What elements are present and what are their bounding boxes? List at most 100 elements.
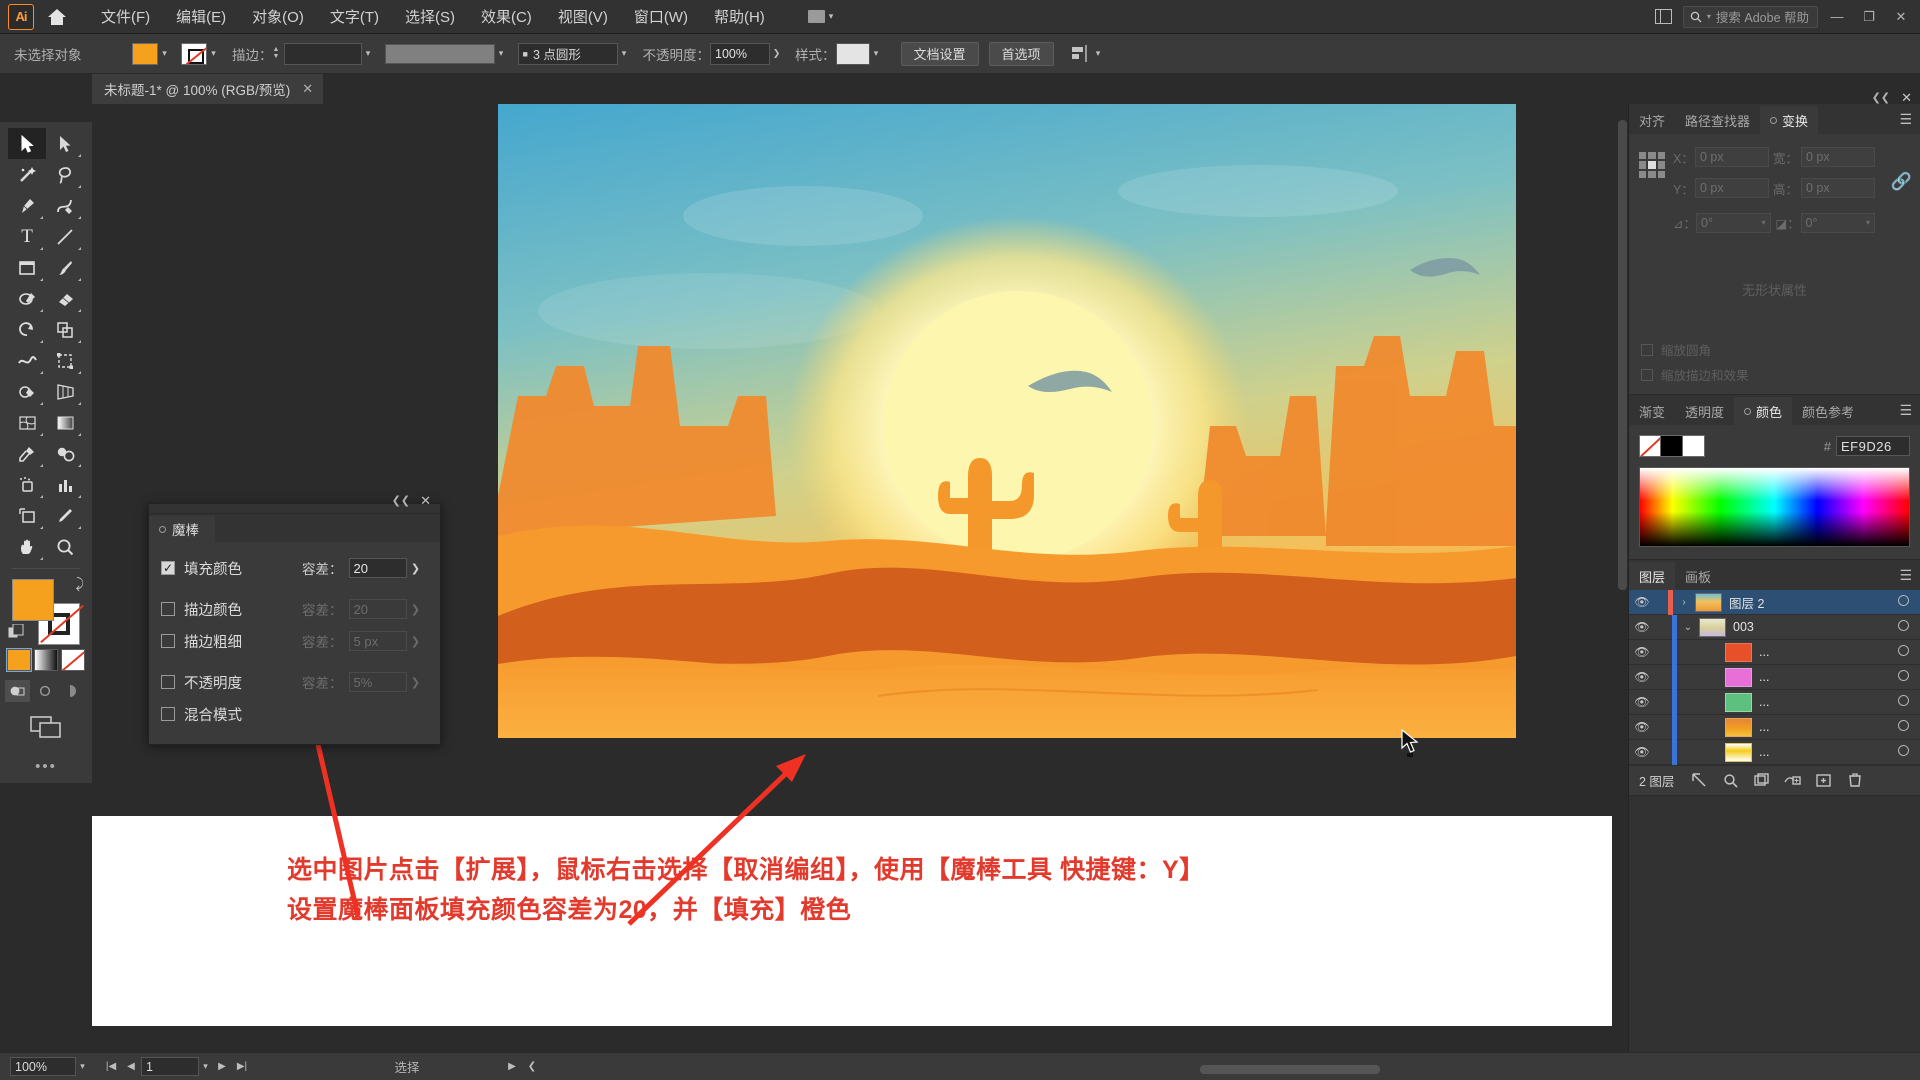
width-tool[interactable] bbox=[8, 345, 46, 376]
free-transform-tool[interactable] bbox=[46, 345, 84, 376]
constrain-proportions-icon[interactable]: 🔗 bbox=[1891, 172, 1912, 192]
blend-mode-checkbox[interactable] bbox=[161, 707, 175, 721]
new-layer-icon[interactable] bbox=[1808, 768, 1839, 794]
layer-name[interactable]: ... bbox=[1759, 745, 1886, 759]
canvas-vertical-scrollbar[interactable] bbox=[1618, 120, 1627, 590]
layer-row-path-1[interactable]: 👁 ... bbox=[1629, 639, 1920, 665]
scale-corners-checkbox[interactable] bbox=[1641, 343, 1653, 356]
mesh-tool[interactable] bbox=[8, 407, 46, 438]
layer-visibility-icon[interactable]: 👁 bbox=[1629, 745, 1655, 759]
column-graph-tool[interactable] bbox=[46, 469, 84, 500]
slice-tool[interactable] bbox=[46, 500, 84, 531]
magic-wand-row-stroke-color[interactable]: 描边颜色 容差： 20 ❯ bbox=[149, 593, 440, 625]
draw-behind-icon[interactable] bbox=[34, 680, 59, 702]
layer-row-path-5[interactable]: 👁 ... bbox=[1629, 739, 1920, 765]
search-layer-icon[interactable] bbox=[1715, 768, 1746, 794]
hand-tool[interactable] bbox=[8, 531, 46, 562]
stroke-weight-dropdown-icon[interactable]: ▾ bbox=[362, 48, 375, 59]
draw-inside-icon[interactable] bbox=[63, 680, 88, 702]
layer-expand-icon[interactable]: › bbox=[1673, 597, 1695, 608]
layer-visibility-icon[interactable]: 👁 bbox=[1629, 695, 1655, 709]
stroke-weight-input[interactable] bbox=[283, 42, 362, 65]
paintbrush-tool[interactable] bbox=[46, 252, 84, 283]
magic-wand-tool[interactable] bbox=[8, 159, 46, 190]
layer-name[interactable]: 003 bbox=[1733, 620, 1886, 634]
transform-panel-close-icon[interactable]: ✕ bbox=[1901, 90, 1912, 106]
default-fill-stroke-icon[interactable] bbox=[7, 623, 25, 639]
last-artboard-button[interactable]: ▶| bbox=[232, 1061, 252, 1072]
scale-tool[interactable] bbox=[46, 314, 84, 345]
layer-visibility-icon[interactable]: 👁 bbox=[1629, 595, 1655, 609]
first-artboard-button[interactable]: |◀ bbox=[101, 1061, 121, 1072]
toolbar-fill-swatch[interactable] bbox=[12, 579, 54, 621]
style-dropdown-icon[interactable]: ▾ bbox=[870, 48, 883, 59]
magic-wand-close-icon[interactable]: ✕ bbox=[420, 493, 431, 509]
magic-wand-panel[interactable]: ❮❮ ✕ 魔棒 填充颜色 容差： 20 ❯ 描边颜色 容差： 20 bbox=[148, 493, 441, 745]
opacity-expand-icon[interactable]: ❯ bbox=[770, 48, 783, 59]
status-collapse-icon[interactable]: ❮ bbox=[522, 1061, 542, 1072]
swap-fill-stroke-icon[interactable]: ⤸ bbox=[76, 575, 84, 592]
menu-file[interactable]: 文件(F) bbox=[88, 2, 163, 31]
blend-tool[interactable] bbox=[46, 438, 84, 469]
layer-target-icon[interactable] bbox=[1886, 620, 1920, 634]
align-dropdown-icon[interactable]: ▾ bbox=[1092, 48, 1105, 59]
document-setup-button[interactable]: 文档设置 bbox=[900, 41, 979, 66]
w-input[interactable]: 0 px bbox=[1801, 147, 1875, 168]
tab-layers[interactable]: 图层 bbox=[1629, 562, 1676, 590]
fill-tolerance-input[interactable]: 20 bbox=[348, 558, 407, 578]
opacity-checkbox[interactable] bbox=[161, 675, 175, 689]
magic-wand-row-blend-mode[interactable]: 混合模式 bbox=[149, 698, 440, 730]
maximize-button[interactable]: ❐ bbox=[1856, 6, 1882, 28]
zoom-dropdown-icon[interactable]: ▾ bbox=[76, 1061, 89, 1072]
menu-edit[interactable]: 编辑(E) bbox=[163, 2, 239, 31]
fill-color-checkbox[interactable] bbox=[161, 561, 175, 575]
layer-name[interactable]: 图层 2 bbox=[1729, 593, 1886, 612]
layers-panel-menu-icon[interactable]: ☰ bbox=[1899, 567, 1912, 584]
layer-visibility-icon[interactable]: 👁 bbox=[1629, 645, 1655, 659]
menu-window[interactable]: 窗口(W) bbox=[621, 2, 701, 31]
layer-row-path-2[interactable]: 👁 ... bbox=[1629, 664, 1920, 690]
layer-row-path-3[interactable]: 👁 ... bbox=[1629, 689, 1920, 715]
artboard-tool[interactable] bbox=[8, 500, 46, 531]
none-mode-button[interactable] bbox=[61, 649, 85, 671]
menu-help[interactable]: 帮助(H) bbox=[701, 2, 778, 31]
opacity-input[interactable]: 100% bbox=[710, 42, 770, 65]
layer-name[interactable]: ... bbox=[1759, 645, 1886, 659]
tab-align[interactable]: 对齐 bbox=[1629, 106, 1675, 134]
zoom-tool[interactable] bbox=[46, 531, 84, 562]
color-mode-button[interactable] bbox=[6, 648, 32, 672]
layer-visibility-icon[interactable]: 👁 bbox=[1629, 620, 1655, 634]
variable-width-profile-preview[interactable] bbox=[384, 43, 495, 64]
width-profile-dropdown-icon[interactable]: ▾ bbox=[495, 48, 508, 59]
home-icon[interactable] bbox=[44, 4, 70, 30]
artboard-artwork[interactable] bbox=[498, 104, 1516, 738]
layer-target-icon[interactable] bbox=[1886, 720, 1920, 734]
tab-transparency[interactable]: 透明度 bbox=[1675, 397, 1734, 425]
perspective-grid-tool[interactable] bbox=[46, 376, 84, 407]
scale-strokes-checkbox[interactable] bbox=[1641, 368, 1653, 381]
edit-toolbar-icon[interactable]: ••• bbox=[0, 758, 92, 775]
layer-target-icon[interactable] bbox=[1886, 695, 1920, 709]
layer-target-icon[interactable] bbox=[1886, 670, 1920, 684]
arrange-documents-button[interactable]: ▾ bbox=[800, 7, 842, 26]
collect-for-export-icon[interactable] bbox=[1746, 768, 1777, 794]
layer-target-icon[interactable] bbox=[1886, 745, 1920, 759]
next-artboard-button[interactable]: ▶ bbox=[212, 1061, 232, 1072]
gradient-tool[interactable] bbox=[46, 407, 84, 438]
workspace-switcher-icon[interactable] bbox=[1651, 6, 1677, 28]
reference-point-selector[interactable] bbox=[1639, 152, 1665, 178]
tab-color[interactable]: 颜色 bbox=[1734, 397, 1793, 425]
menu-object[interactable]: 对象(O) bbox=[239, 2, 317, 31]
document-tab[interactable]: 未标题-1* @ 100% (RGB/预览) ✕ bbox=[92, 74, 324, 104]
color-white-swatch[interactable] bbox=[1683, 435, 1705, 457]
rotate-tool[interactable] bbox=[8, 314, 46, 345]
fill-dropdown-icon[interactable]: ▾ bbox=[158, 48, 171, 59]
layer-visibility-icon[interactable]: 👁 bbox=[1629, 670, 1655, 684]
delete-layer-icon[interactable] bbox=[1839, 768, 1870, 794]
stroke-color-swatch[interactable] bbox=[181, 42, 207, 65]
direct-selection-tool[interactable] bbox=[46, 128, 84, 159]
tab-transform[interactable]: 变换 bbox=[1760, 106, 1819, 134]
symbol-sprayer-tool[interactable] bbox=[8, 469, 46, 500]
color-black-swatch[interactable] bbox=[1661, 435, 1683, 457]
horizontal-scrollbar[interactable] bbox=[1200, 1065, 1380, 1074]
